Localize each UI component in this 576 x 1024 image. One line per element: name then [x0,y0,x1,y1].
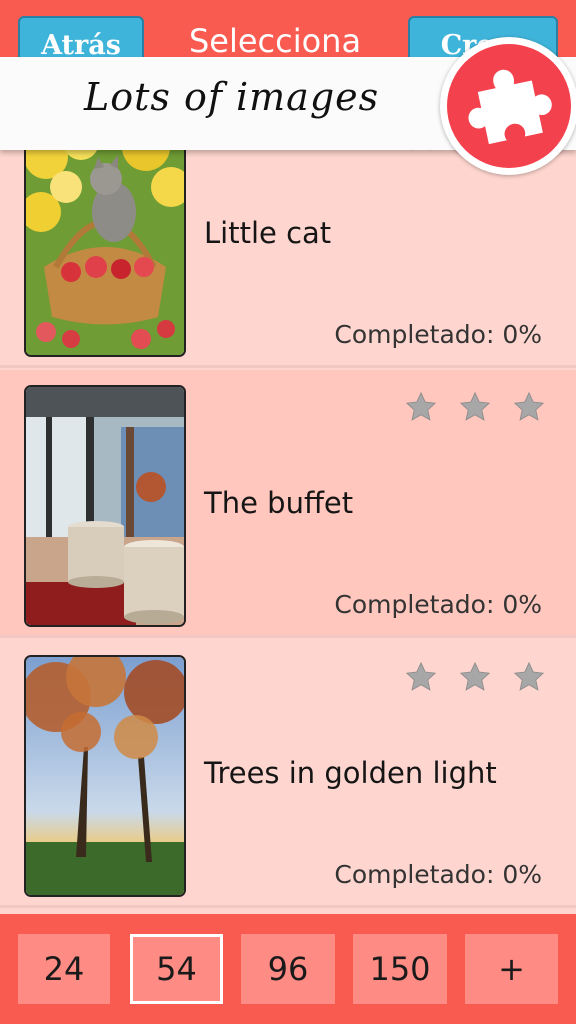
puzzle-thumbnail[interactable] [24,655,186,897]
puzzle-piece-icon [468,69,552,145]
list-item[interactable]: Trees in golden light Completado: 0% [0,640,576,908]
page-title: Selecciona [188,22,362,60]
puzzle-title: The buffet [204,486,354,520]
piece-count-bar: 24 54 96 150 + [0,914,576,1024]
promo-text: Lots of images [84,75,380,119]
promo-banner[interactable]: Lots of images [0,37,576,175]
app-logo[interactable] [440,37,576,175]
star-icon [513,661,545,691]
more-pieces-button[interactable]: + [465,934,558,1004]
puzzle-title: Little cat [204,216,332,250]
star-rating [404,390,546,424]
puzzle-progress: Completado: 0% [334,320,542,349]
puzzle-thumbnail[interactable] [24,385,186,627]
puzzle-progress: Completado: 0% [334,590,542,619]
star-icon [459,661,491,691]
piece-count-24-button[interactable]: 24 [18,934,110,1004]
piece-count-96-button[interactable]: 96 [241,934,335,1004]
puzzle-thumbnail[interactable] [24,115,186,357]
puzzle-list[interactable]: Little cat Completado: 0% The buffet Com… [0,100,576,912]
star-icon [405,391,437,421]
star-icon [405,661,437,691]
star-rating [404,660,546,694]
star-icon [513,391,545,421]
piece-count-54-button[interactable]: 54 [130,934,223,1004]
puzzle-title: Trees in golden light [204,756,497,790]
star-icon [459,391,491,421]
piece-count-150-button[interactable]: 150 [353,934,447,1004]
puzzle-progress: Completado: 0% [334,860,542,889]
list-item[interactable]: The buffet Completado: 0% [0,370,576,638]
